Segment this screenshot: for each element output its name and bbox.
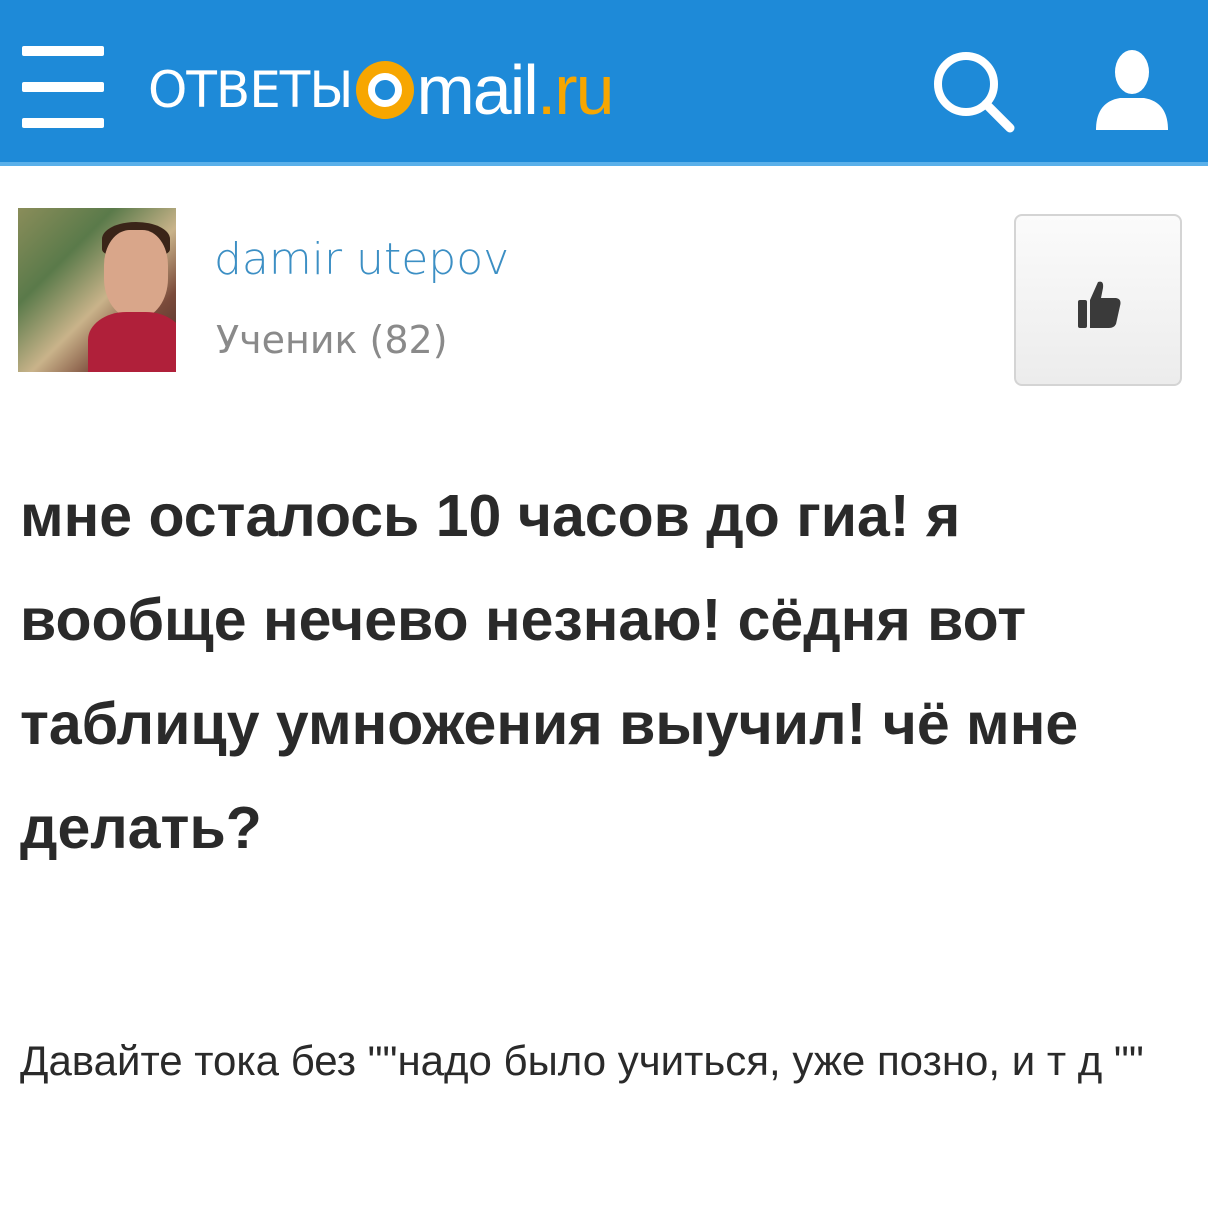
user-profile-icon[interactable] [1092,46,1172,134]
search-icon[interactable] [930,48,1016,134]
logo-otvety-text: ОТВЕТЫ [148,61,353,119]
author-rank: Ученик (82) [216,318,448,362]
question-text: мне осталось 10 часов до гиа! я вообще н… [20,483,1079,861]
logo-mail-text: mail [416,51,538,129]
hamburger-menu-icon[interactable] [22,44,104,128]
like-button[interactable] [1014,214,1182,386]
question-comment: Давайте тока без ""надо было учиться, уж… [20,1037,1144,1084]
thumbs-up-icon [1078,281,1121,328]
logo-ru-text: .ru [536,51,615,129]
at-sign-icon [356,61,415,119]
author-name-link[interactable]: damir utepov [214,234,509,285]
site-logo[interactable]: ОТВЕТЫ mail .ru [148,50,615,130]
avatar[interactable] [18,208,176,372]
top-bar: ОТВЕТЫ mail .ru [0,0,1208,166]
